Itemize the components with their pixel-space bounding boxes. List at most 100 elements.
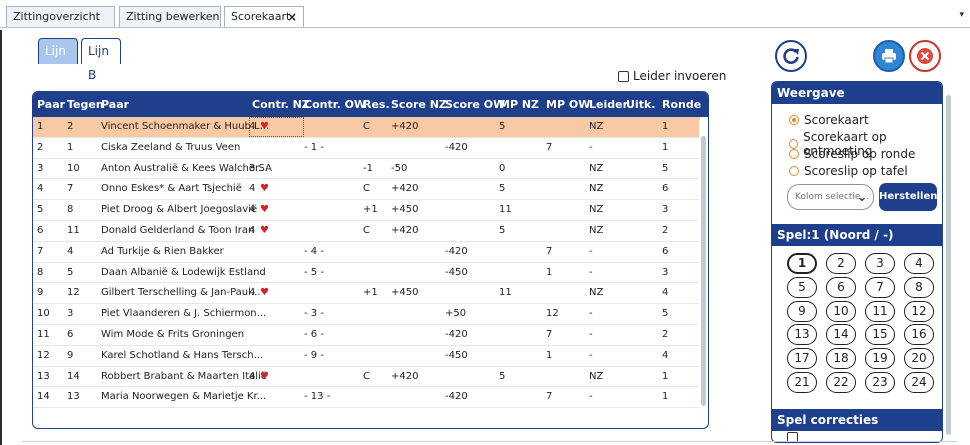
table-row[interactable]: 12 9 Karel Schotland & Hans Tersch... - 9 -…	[33, 346, 700, 367]
cell-naam: Robbert Brabant & Maarten Italië	[101, 370, 267, 382]
board-button-4[interactable]: 4	[904, 253, 934, 274]
col-header-contr-ow[interactable]: Contr. OW	[304, 98, 366, 111]
tab-zitting-bewerken[interactable]: Zitting bewerken	[119, 6, 221, 28]
table-row[interactable]: 5 8 Piet Droog & Albert Joegoslavië 4 ♥ +1 +45…	[33, 200, 700, 221]
board-button-22[interactable]: 22	[826, 372, 856, 393]
board-button-21[interactable]: 21	[787, 372, 817, 393]
table-row[interactable]: 11 6 Wim Mode & Frits Groningen - 6 - -420 7 -…	[33, 325, 700, 346]
board-button-23[interactable]: 23	[865, 372, 895, 393]
tab-lijn-b[interactable]: Lijn B	[81, 38, 121, 82]
cell-mpnz: 11	[499, 204, 512, 216]
table-row[interactable]: 7 4 Ad Turkije & Rien Bakker - 4 - -420 7 - 6	[33, 242, 700, 263]
board-button-2[interactable]: 2	[826, 253, 856, 274]
cell-mpow: 7	[546, 245, 553, 257]
cell-cnz: 4	[249, 224, 256, 236]
radio-label: Scoreslip op ronde	[804, 147, 916, 161]
board-button-14[interactable]: 14	[826, 324, 856, 346]
board-button-6[interactable]: 6	[826, 276, 856, 298]
radio-icon[interactable]	[789, 166, 799, 176]
tab-scorekaart[interactable]: Scorekaart ×	[224, 6, 304, 28]
close-button[interactable]	[909, 40, 941, 72]
board-button-15[interactable]: 15	[865, 324, 895, 346]
col-header-score-ow[interactable]: Score OW	[445, 98, 505, 111]
board-button-13[interactable]: 13	[787, 324, 817, 346]
cell-mpow: 7	[546, 391, 553, 403]
cell-ronde: 1	[662, 370, 669, 382]
col-header-res[interactable]: Res.	[363, 98, 390, 111]
table-row[interactable]: 6 11 Donald Gelderland & Toon Iran 4 ♥ C +420 5…	[33, 221, 700, 242]
board-button-10[interactable]: 10	[826, 300, 856, 322]
radio-scoreslip-ronde[interactable]: Scoreslip op ronde	[789, 147, 915, 161]
cell-tegen: 5	[67, 266, 74, 278]
col-header-paar[interactable]: Paar	[37, 98, 65, 111]
radio-scorekaart[interactable]: Scorekaart	[789, 113, 869, 127]
cell-snz: +420	[391, 121, 419, 132]
table-row[interactable]: 3 10 Anton Australië & Kees Walcher... 3 SA…	[33, 159, 700, 180]
cell-tegen: 1	[67, 141, 74, 153]
board-button-11[interactable]: 11	[865, 300, 895, 322]
kolom-selectie-dropdown[interactable]: Kolom selectie... ⌄	[787, 184, 874, 210]
board-button-5[interactable]: 5	[787, 276, 817, 298]
cell-leider: NZ	[589, 224, 604, 236]
col-header-mp-nz[interactable]: MP NZ	[499, 98, 539, 111]
col-header-score-nz[interactable]: Score NZ	[391, 98, 447, 111]
board-button-1[interactable]: 1	[787, 253, 817, 274]
board-button-16[interactable]: 16	[904, 324, 934, 346]
table-row[interactable]: 10 3 Piet Vlaanderen & J. Schiermon... - 3 …	[33, 304, 700, 325]
tab-divider	[0, 27, 970, 28]
table-row[interactable]: 8 5 Daan Albanië & Lodewijk Estland - 5 - -4…	[33, 263, 700, 284]
cell-mpow: 7	[546, 141, 553, 153]
table-row[interactable]: 4 7 Onno Eskes* & Aart Tsjechië 4 ♥ C +420 5 NZ 6	[33, 179, 700, 201]
board-button-7[interactable]: 7	[865, 276, 895, 298]
table-scrollbar-thumb[interactable]	[701, 136, 706, 406]
close-icon[interactable]: ×	[287, 7, 297, 27]
herstellen-button[interactable]: Herstellen	[879, 183, 937, 211]
col-header-naam[interactable]: Paar	[101, 98, 129, 111]
board-button-8[interactable]: 8	[904, 276, 934, 298]
board-button-9[interactable]: 9	[787, 300, 817, 322]
cell-naam: Donald Gelderland & Toon Iran	[101, 224, 255, 236]
spel-header: Spel:1 (Noord / -)	[772, 224, 942, 246]
col-header-mp-ow[interactable]: MP OW	[546, 98, 590, 111]
cell-ronde: 2	[662, 328, 669, 340]
col-header-contr-nz[interactable]: Contr. NZ	[252, 98, 310, 111]
cell-leider: NZ	[589, 162, 604, 174]
cell-naam: Gilbert Terschelling & Jan-Paul...	[101, 287, 261, 299]
cell-paar: 5	[37, 204, 44, 216]
col-header-ronde[interactable]: Ronde	[662, 98, 701, 111]
cell-res: C	[363, 224, 370, 236]
table-row[interactable]: 14 13 Maria Noorwegen & Marietje Kr... - 13…	[33, 387, 700, 409]
cell-cow: - 13 -	[304, 391, 331, 403]
print-button[interactable]	[873, 40, 905, 72]
board-button-19[interactable]: 19	[865, 348, 895, 370]
cell-mpow: 7	[546, 328, 553, 340]
printer-icon	[882, 49, 896, 64]
tab-zittingoverzicht[interactable]: Zittingoverzicht	[6, 6, 115, 28]
col-header-uitk[interactable]: Uitk.	[626, 98, 655, 111]
leider-invoeren-toggle[interactable]: Leider invoeren	[618, 69, 726, 83]
table-row[interactable]: 2 1 Ciska Zeeland & Truus Veen - 1 - -420 7 - 1	[33, 138, 700, 159]
table-row[interactable]: 13 14 Robbert Brabant & Maarten Italië 4 ♥ C +…	[33, 367, 700, 388]
cell-cow: - 3 -	[304, 308, 324, 320]
board-button-12[interactable]: 12	[904, 300, 934, 322]
radio-icon[interactable]	[789, 149, 799, 159]
radio-icon[interactable]	[789, 115, 799, 125]
board-button-3[interactable]: 3	[865, 253, 895, 274]
col-header-tegen[interactable]: Tegen	[67, 98, 104, 111]
side-panel-scrollbar[interactable]	[946, 95, 951, 435]
cell-ronde: 4	[662, 287, 669, 299]
cell-tegen: 12	[67, 287, 80, 299]
cell-tegen: 14	[67, 370, 80, 382]
board-button-20[interactable]: 20	[904, 348, 934, 370]
leider-checkbox[interactable]	[618, 70, 629, 82]
tab-lijn-a[interactable]: Lijn A	[38, 38, 78, 82]
table-row[interactable]: 1 2 Vincent Schoenmaker & Huub L... 4 ♥ C +420…	[33, 117, 700, 138]
refresh-button[interactable]	[775, 40, 807, 72]
table-row[interactable]: 9 12 Gilbert Terschelling & Jan-Paul... 4 ♥ +…	[33, 283, 700, 305]
board-button-17[interactable]: 17	[787, 348, 817, 370]
radio-scoreslip-tafel[interactable]: Scoreslip op tafel	[789, 164, 908, 178]
col-header-leider[interactable]: Leider	[589, 98, 628, 111]
overflow-chevron-icon[interactable]: ▾	[959, 10, 964, 20]
board-button-24[interactable]: 24	[904, 372, 934, 393]
board-button-18[interactable]: 18	[826, 348, 856, 370]
